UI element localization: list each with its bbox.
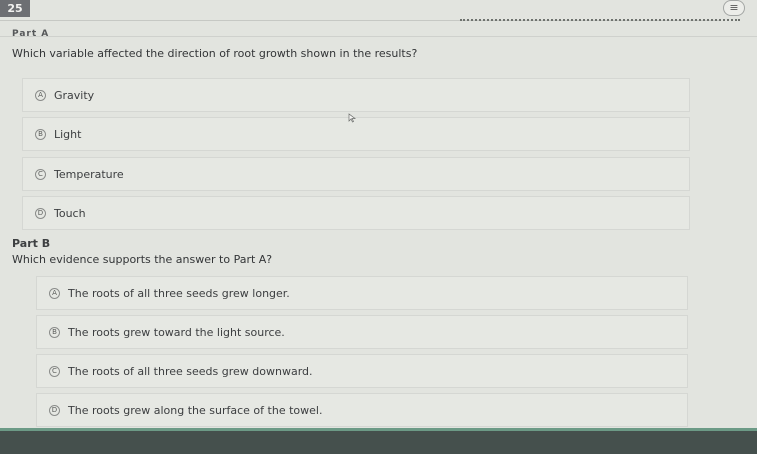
option-letter: D xyxy=(35,207,46,219)
part-a-option-d[interactable]: D Touch xyxy=(22,196,690,230)
option-letter: B xyxy=(49,326,60,338)
option-letter: C xyxy=(49,365,60,377)
part-a-question: Which variable affected the direction of… xyxy=(12,47,418,60)
hamburger-icon: ≡ xyxy=(729,1,739,14)
option-letter: B xyxy=(35,128,46,140)
pointer-cursor-icon xyxy=(348,113,357,123)
menu-button[interactable]: ≡ xyxy=(723,0,745,16)
option-letter: D xyxy=(49,404,60,416)
option-text: Light xyxy=(54,127,82,141)
header-divider xyxy=(0,36,757,37)
part-b-option-c[interactable]: C The roots of all three seeds grew down… xyxy=(36,354,688,388)
progress-dots xyxy=(460,19,740,21)
test-page: 25 ≡ Part A Which variable affected the … xyxy=(0,0,757,454)
option-letter: A xyxy=(35,89,46,101)
question-number-badge: 25 xyxy=(0,0,30,17)
part-b-option-a[interactable]: A The roots of all three seeds grew long… xyxy=(36,276,688,310)
part-a-option-a[interactable]: A Gravity xyxy=(22,78,690,112)
option-text: Gravity xyxy=(54,88,95,102)
option-text: Touch xyxy=(54,206,86,220)
part-b-question: Which evidence supports the answer to Pa… xyxy=(12,253,273,266)
part-a-option-c[interactable]: C Temperature xyxy=(22,157,690,191)
option-text: The roots grew along the surface of the … xyxy=(68,403,323,417)
option-text: The roots of all three seeds grew longer… xyxy=(68,286,290,300)
option-text: The roots grew toward the light source. xyxy=(68,325,285,339)
part-b-option-d[interactable]: D The roots grew along the surface of th… xyxy=(36,393,688,427)
bottom-toolbar xyxy=(0,428,757,454)
part-b-option-b[interactable]: B The roots grew toward the light source… xyxy=(36,315,688,349)
option-letter: C xyxy=(35,168,46,180)
part-b-label: Part B xyxy=(12,237,51,250)
option-text: Temperature xyxy=(54,167,124,181)
option-letter: A xyxy=(49,287,60,299)
option-text: The roots of all three seeds grew downwa… xyxy=(68,364,313,378)
